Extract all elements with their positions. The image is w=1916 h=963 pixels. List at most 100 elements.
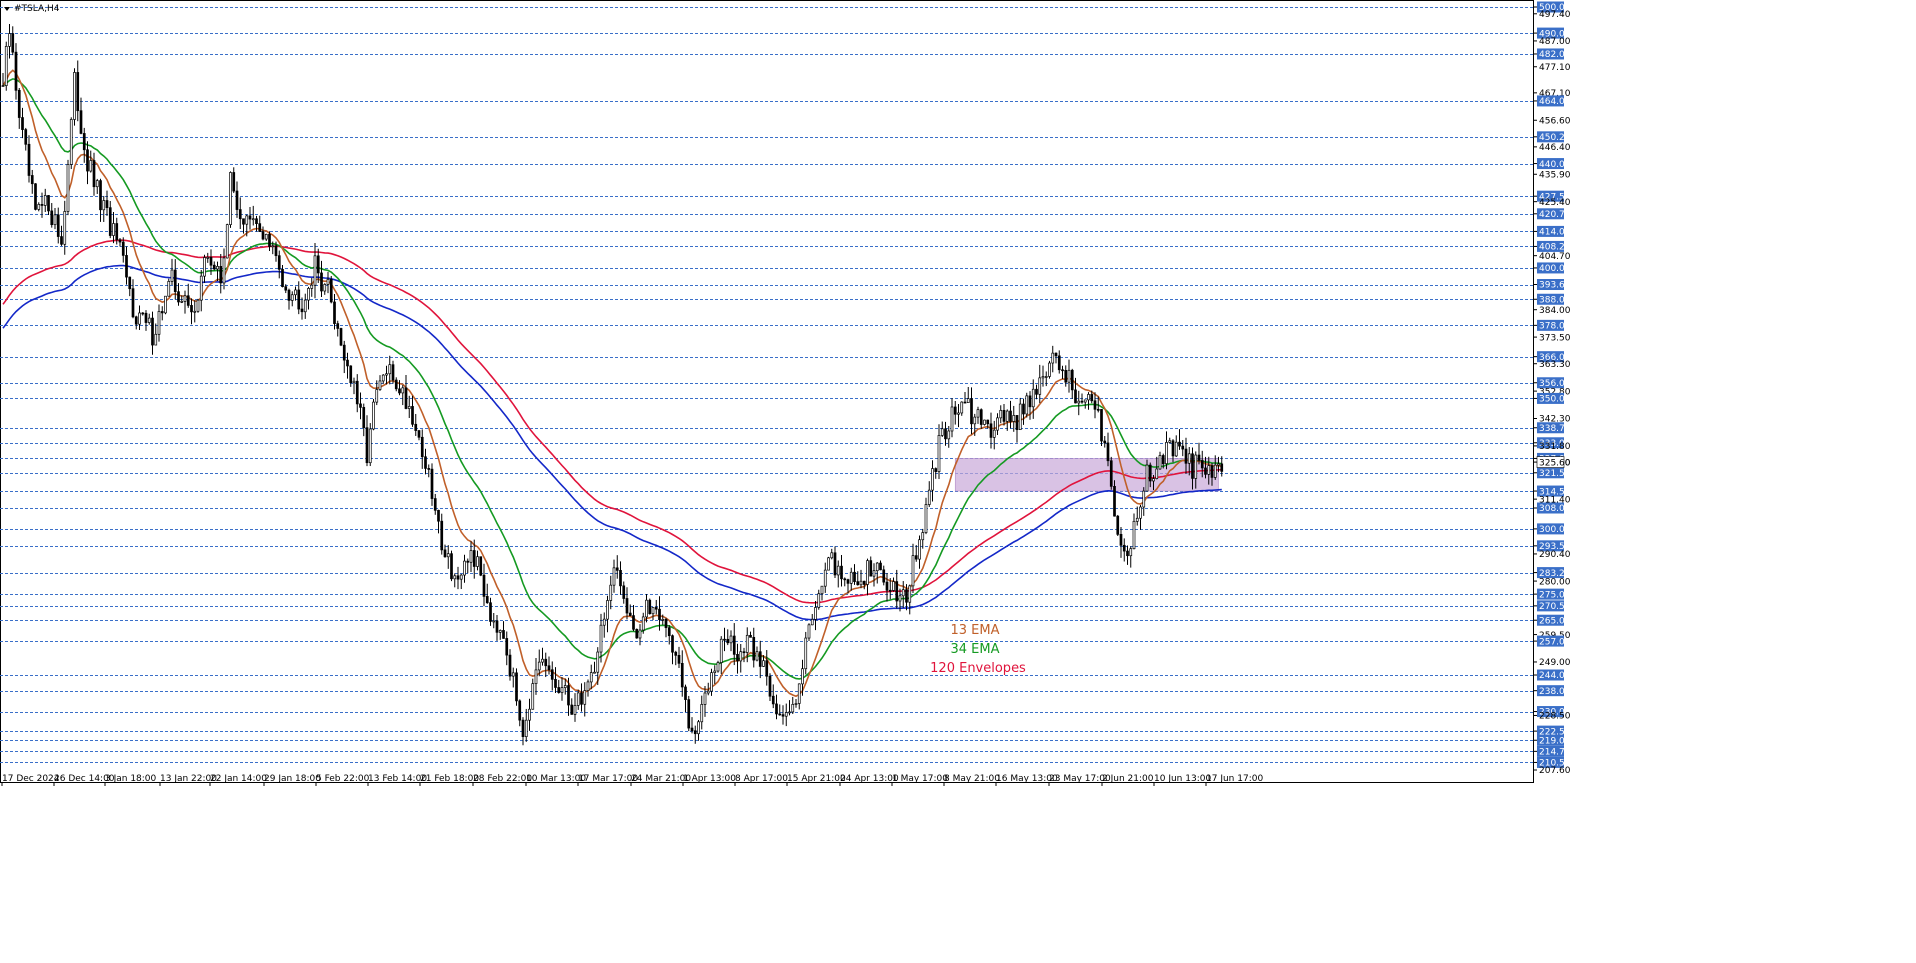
candle-body — [482, 574, 486, 597]
candle-body — [420, 436, 424, 458]
candle-body — [1035, 388, 1038, 395]
candle-body — [17, 89, 21, 118]
candle-body — [534, 669, 538, 684]
x-tick-label: 15 Apr 21:00 — [787, 774, 846, 784]
price-axis: 500.00497.40490.00487.00482.00477.10467.… — [1533, 1, 1571, 776]
price-level-label: 400.00 — [1539, 264, 1571, 274]
price-level-label: 450.25 — [1539, 133, 1571, 143]
candle-body — [411, 406, 414, 425]
candle-body — [86, 149, 89, 172]
candle-body — [1194, 454, 1198, 479]
candle-body — [885, 581, 889, 591]
candle-body — [976, 409, 980, 418]
x-tick-label: 13 Feb 14:00 — [368, 774, 427, 784]
candle-body — [476, 556, 479, 567]
candle-body — [232, 172, 236, 192]
candle-body — [550, 669, 554, 680]
candle-body — [173, 269, 177, 293]
candle-body — [1113, 485, 1116, 517]
candle-body — [407, 406, 411, 409]
candle-body — [687, 699, 691, 729]
candle-body — [957, 412, 960, 415]
candle-body — [1031, 388, 1035, 408]
candle-body — [489, 602, 492, 622]
candle-body — [27, 143, 31, 176]
candle-body — [92, 160, 96, 188]
candle-body — [352, 380, 356, 384]
candle-body — [372, 401, 375, 430]
candle-body — [1067, 369, 1071, 383]
candle-body — [255, 218, 258, 224]
candle-body — [307, 288, 310, 301]
x-tick-label: 24 Apr 13:00 — [840, 774, 899, 784]
candle-body — [619, 570, 622, 587]
y-tick-label: 477.10 — [1539, 63, 1571, 73]
candle-body — [684, 686, 687, 700]
candle-body — [739, 651, 743, 662]
y-tick-label: 384.00 — [1539, 306, 1571, 316]
candle-body — [788, 711, 791, 714]
candle-body — [1213, 464, 1217, 478]
candle-body — [677, 654, 681, 664]
candle-body — [316, 255, 320, 274]
candle-body — [53, 214, 57, 226]
candle-body — [654, 607, 658, 610]
candle-body — [99, 180, 102, 211]
candle-body — [388, 364, 392, 375]
candle-body — [1116, 515, 1120, 535]
candle-body — [1002, 409, 1006, 422]
candle-body — [1022, 403, 1025, 415]
candle-body — [866, 560, 869, 585]
candle-body — [277, 255, 281, 270]
candle-body — [50, 210, 54, 226]
candle-body — [833, 552, 837, 576]
candle-body — [63, 211, 67, 245]
x-tick-label: 5 Feb 22:00 — [316, 774, 370, 784]
y-tick-label: 487.00 — [1539, 37, 1571, 47]
candle-body — [115, 223, 119, 241]
candle-body — [576, 692, 580, 706]
candle-body — [856, 581, 860, 586]
candle-body — [635, 628, 639, 639]
candle-body — [918, 539, 921, 560]
candle-body — [736, 654, 739, 662]
candle-body — [1210, 465, 1214, 478]
candle-body — [238, 209, 242, 220]
candle-body — [810, 619, 814, 626]
candle-body — [1174, 441, 1178, 457]
candle-body — [199, 275, 203, 301]
candle-body — [622, 585, 626, 599]
candle-body — [537, 661, 541, 671]
candle-body — [355, 380, 359, 405]
candle-body — [222, 257, 226, 284]
candle-body — [294, 289, 297, 296]
candle-body — [1129, 548, 1133, 557]
candle-body — [1048, 362, 1051, 377]
candle-body — [443, 549, 447, 558]
candle-body — [560, 687, 564, 693]
candle-body — [823, 569, 827, 587]
candle-body — [212, 264, 216, 270]
candle-body — [843, 578, 847, 581]
candle-body — [632, 615, 635, 630]
candle-body — [1103, 440, 1107, 444]
candle-body — [807, 624, 811, 639]
candle-body — [849, 571, 853, 584]
candle-body — [999, 409, 1003, 419]
candle-body — [336, 323, 340, 329]
candle-body — [1018, 403, 1022, 431]
candle-body — [762, 660, 765, 667]
candle-body — [651, 607, 655, 615]
candle-body — [1132, 520, 1136, 550]
candle-body — [365, 427, 369, 464]
price-level-label: 420.75 — [1539, 210, 1571, 220]
candle-body — [927, 489, 931, 505]
candle-body — [141, 312, 145, 315]
candle-body — [752, 636, 756, 661]
x-tick-label: 21 Feb 18:00 — [420, 774, 479, 784]
candle-body — [359, 403, 362, 408]
candle-body — [846, 579, 850, 584]
candle-body — [1135, 517, 1139, 522]
x-tick-label: 28 Feb 22:00 — [473, 774, 532, 784]
candle-body — [190, 305, 193, 313]
